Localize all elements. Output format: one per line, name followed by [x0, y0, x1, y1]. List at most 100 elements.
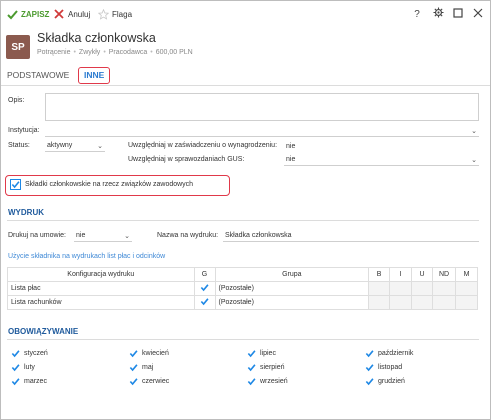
month-checkbox-wrzesien[interactable]: wrzesień — [247, 377, 288, 386]
cancel-button[interactable]: Anuluj — [53, 6, 90, 22]
month-checkbox-czerwiec[interactable]: czerwiec — [129, 377, 169, 386]
flag-button[interactable]: Flaga — [97, 6, 132, 22]
breadcrumb-item: 600,00 PLN — [155, 49, 193, 56]
month-checkbox-pazdziernik[interactable]: październik — [365, 349, 413, 358]
page-title: Składka członkowska — [37, 31, 156, 45]
month-label: grudzień — [378, 378, 405, 385]
breadcrumb-item: Pracodawca — [108, 49, 148, 56]
month-label: kwiecień — [142, 350, 169, 357]
opis-input[interactable] — [45, 93, 479, 121]
month-checkbox-sierpien[interactable]: sierpień — [247, 363, 285, 372]
month-checkbox-maj[interactable]: maj — [129, 363, 153, 372]
cancel-label: Anuluj — [68, 9, 91, 19]
status-value: aktywny — [47, 142, 73, 149]
breadcrumb-item: Zwykły — [78, 49, 101, 56]
breadcrumb-item: Potrącenie — [37, 49, 71, 56]
table-row[interactable]: Lista płac (Pozostałe) — [7, 281, 479, 296]
status-select[interactable]: aktywny ⌄ — [45, 140, 105, 152]
row-name: Lista płac — [7, 281, 195, 296]
column-header: Grupa — [214, 267, 370, 282]
checkmark-icon — [11, 363, 20, 372]
avatar: SP — [6, 35, 30, 59]
save-button[interactable]: ZAPISZ — [6, 6, 49, 22]
section-divider — [7, 339, 479, 340]
row-cell-m — [454, 281, 479, 296]
month-label: czerwiec — [142, 378, 170, 385]
settings-button[interactable] — [431, 7, 445, 21]
row-g-checkbox[interactable] — [193, 295, 216, 310]
row-name: Lista rachunków — [7, 295, 195, 310]
tab-podstawowe[interactable]: PODSTAWOWE — [7, 70, 69, 80]
chevron-down-icon: ⌄ — [97, 143, 103, 150]
tab-bar: PODSTAWOWE INNE — [1, 67, 490, 86]
checkmark-icon — [6, 8, 18, 20]
month-checkbox-marzec[interactable]: marzec — [11, 377, 47, 386]
nazwa-label: Nazwa na wydruku: — [157, 232, 219, 239]
save-label: ZAPISZ — [21, 9, 50, 19]
checkmark-icon — [200, 297, 209, 306]
wydruk-table: Konfiguracja wydruku G Grupa B I U ND M … — [7, 267, 479, 310]
row-grupa[interactable]: (Pozostałe) — [214, 281, 370, 296]
uwzgl-zasw-label: Uwzględniaj w zaświadczeniu o wynagrodze… — [128, 142, 278, 149]
column-header: I — [389, 267, 413, 282]
help-icon: ? — [414, 8, 420, 20]
uwzgl-gus-select[interactable]: nie ⌄ — [284, 154, 479, 166]
instytucja-label: Instytucja: — [8, 127, 40, 134]
dialog-window: ZAPISZ Anuluj Flaga ? SP Składka członko… — [0, 0, 491, 420]
zwiazki-label: Składki członkowskie na rzecz związków z… — [25, 181, 194, 188]
row-cell-nd — [432, 281, 456, 296]
zwiazki-checkbox[interactable]: Składki członkowskie na rzecz związków z… — [10, 179, 193, 190]
checkmark-icon — [129, 363, 138, 372]
toolbar: ZAPISZ Anuluj Flaga ? — [1, 1, 490, 27]
section-obowiazywanie-title: OBOWIĄZYWANIE — [8, 327, 79, 336]
help-button[interactable]: ? — [410, 7, 424, 21]
checkmark-icon — [200, 283, 209, 292]
month-checkbox-styczen[interactable]: styczeń — [11, 349, 48, 358]
month-label: maj — [142, 364, 154, 371]
month-label: styczeń — [24, 350, 48, 357]
row-grupa[interactable]: (Pozostałe) — [214, 295, 370, 310]
checkmark-icon — [129, 349, 138, 358]
column-header: ND — [432, 267, 456, 282]
row-g-checkbox[interactable] — [193, 281, 216, 296]
checkmark-icon — [247, 377, 256, 386]
month-label: sierpień — [260, 364, 285, 371]
month-checkbox-grudzien[interactable]: grudzień — [365, 377, 405, 386]
month-label: październik — [378, 350, 414, 357]
checkmark-icon — [129, 377, 138, 386]
drukuj-value: nie — [76, 232, 86, 239]
checkmark-icon — [365, 377, 374, 386]
row-cell-m — [454, 295, 479, 310]
gear-icon — [432, 7, 444, 21]
row-cell-i — [389, 281, 413, 296]
table-row[interactable]: Lista rachunków (Pozostałe) — [7, 295, 479, 310]
opis-label: Opis: — [8, 97, 25, 104]
row-cell-nd — [432, 295, 456, 310]
month-checkbox-listopad[interactable]: listopad — [365, 363, 402, 372]
chevron-down-icon: ⌄ — [471, 157, 477, 164]
month-label: wrzesień — [260, 378, 288, 385]
column-header: U — [411, 267, 434, 282]
month-checkbox-kwiecien[interactable]: kwiecień — [129, 349, 169, 358]
drukuj-label: Drukuj na umowie: — [8, 232, 66, 239]
tab-inne[interactable]: INNE — [78, 67, 111, 84]
uwzgl-gus-value: nie — [286, 156, 296, 163]
month-label: luty — [24, 364, 35, 371]
maximize-icon — [453, 7, 463, 21]
drukuj-select[interactable]: nie ⌄ — [74, 230, 132, 242]
instytucja-select[interactable]: ⌄ — [45, 125, 479, 137]
month-checkbox-lipiec[interactable]: lipiec — [247, 349, 276, 358]
uwzgl-gus-label: Uwzględniaj w sprawozdaniach GUS: — [128, 156, 245, 163]
row-cell-u — [411, 295, 434, 310]
nazwa-input[interactable]: Składka członkowska — [223, 230, 479, 242]
month-checkbox-luty[interactable]: luty — [11, 363, 35, 372]
breadcrumb: Potrącenie • Zwykły • Pracodawca • 600,00 PLN — [37, 49, 193, 56]
window-close-button[interactable] — [471, 7, 485, 21]
checkbox-checked-icon — [10, 179, 21, 190]
maximize-button[interactable] — [451, 7, 465, 21]
uwzgl-zasw-field: nie — [284, 140, 479, 152]
row-cell-b — [368, 281, 391, 296]
nazwa-value: Składka członkowska — [225, 232, 292, 239]
checkmark-icon — [247, 349, 256, 358]
flag-label: Flaga — [112, 9, 133, 19]
